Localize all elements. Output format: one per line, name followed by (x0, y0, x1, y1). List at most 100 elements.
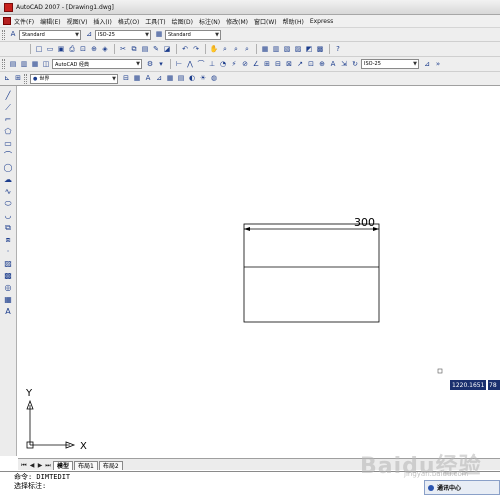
multiline-text-icon[interactable]: A (2, 306, 14, 317)
layer-icon-2[interactable]: ▤ (176, 74, 186, 84)
menu-modify[interactable]: 修改(M) (226, 17, 248, 26)
dim-style-select-2[interactable]: ISO-25 ▼ (361, 59, 419, 69)
ellipse-arc-icon[interactable]: ◡ (2, 210, 14, 221)
menu-edit[interactable]: 编辑(E) (40, 17, 60, 26)
drawing-canvas[interactable]: 300 Y X (18, 87, 500, 458)
undo-icon[interactable]: ↶ (180, 44, 190, 54)
cut-icon[interactable]: ✂ (118, 44, 128, 54)
polygon-icon[interactable]: ⬠ (2, 126, 14, 137)
document-menu-icon[interactable] (3, 17, 11, 25)
tool-palettes-icon[interactable]: ▧ (282, 44, 292, 54)
circle-icon[interactable]: ◯ (2, 162, 14, 173)
open-file-icon[interactable]: ▭ (45, 44, 55, 54)
continue-dim-icon[interactable]: ⊠ (284, 59, 294, 69)
pan-icon[interactable]: ✋ (209, 44, 219, 54)
region-icon[interactable]: ◎ (2, 282, 14, 293)
table-style-icon[interactable]: ▦ (154, 30, 164, 40)
construction-line-icon[interactable]: ⟋ (2, 102, 14, 113)
point-icon[interactable]: · (2, 246, 14, 257)
ucs-icon-2[interactable]: ⊟ (121, 74, 131, 84)
menu-help[interactable]: 帮助(H) (283, 17, 304, 26)
table-icon-2[interactable]: ▦ (165, 74, 175, 84)
table-icon[interactable]: ▦ (2, 294, 14, 305)
last-tab-icon[interactable]: ⏭ (44, 461, 52, 470)
ellipse-icon[interactable]: ⬭ (2, 198, 14, 209)
dim-icon-2[interactable]: ⊿ (154, 74, 164, 84)
workspace-settings-icon[interactable]: ⚙ (145, 59, 155, 69)
workspace-icon[interactable]: ◫ (41, 59, 51, 69)
ucs-select[interactable]: ● 世界 ▼ (30, 73, 118, 84)
menu-draw[interactable]: 绘图(D) (172, 17, 193, 26)
redo-icon[interactable]: ↷ (191, 44, 201, 54)
publish-icon[interactable]: ⊕ (89, 44, 99, 54)
3d-dwf-icon[interactable]: ◈ (100, 44, 110, 54)
zoom-realtime-icon[interactable]: ⌕ (220, 44, 230, 54)
zoom-previous-icon[interactable]: ⌕ (242, 44, 252, 54)
tolerance-icon[interactable]: ⊡ (306, 59, 316, 69)
autocad-app-icon[interactable] (4, 2, 13, 12)
menu-insert[interactable]: 插入(I) (93, 17, 111, 26)
linear-dim-icon[interactable]: ⊢ (174, 59, 184, 69)
baseline-dim-icon[interactable]: ⊟ (273, 59, 283, 69)
ordinate-dim-icon[interactable]: ⊥ (207, 59, 217, 69)
arc-length-icon[interactable]: ⌒ (196, 59, 206, 69)
properties-icon[interactable]: ▦ (260, 44, 270, 54)
revcloud-icon[interactable]: ☁ (2, 174, 14, 185)
menu-dimension[interactable]: 标注(N) (199, 17, 220, 26)
text-style-select[interactable]: Standard ▼ (19, 29, 81, 40)
communication-center[interactable]: 通讯中心 (424, 480, 500, 495)
prev-tab-icon[interactable]: ◀ (28, 461, 36, 470)
center-mark-icon[interactable]: ⊕ (317, 59, 327, 69)
menu-view[interactable]: 视图(V) (67, 17, 88, 26)
tab-layout2[interactable]: 布局2 (98, 461, 123, 470)
dimtedit-icon[interactable]: ⇲ (339, 59, 349, 69)
dim-style-manager-icon[interactable]: ⊿ (422, 59, 432, 69)
ucs-icon[interactable]: ⊾ (2, 74, 12, 84)
lights-icon[interactable]: ☀ (198, 74, 208, 84)
dim-style-icon[interactable]: ⊿ (84, 30, 94, 40)
plot-preview-icon[interactable]: ⊡ (78, 44, 88, 54)
workspace-save-icon[interactable]: ▾ (156, 59, 166, 69)
save-icon[interactable]: ▣ (56, 44, 66, 54)
aligned-dim-icon[interactable]: ⋀ (185, 59, 195, 69)
radius-dim-icon[interactable]: ◔ (218, 59, 228, 69)
hatch-icon[interactable]: ▨ (2, 258, 14, 269)
dimension-text[interactable]: 300 (354, 216, 375, 229)
copy-icon[interactable]: ⧉ (129, 44, 139, 54)
tab-layout1[interactable]: 布局1 (74, 461, 98, 470)
gradient-icon[interactable]: ▩ (2, 270, 14, 281)
plot-icon[interactable]: ⎙ (67, 44, 77, 54)
angular-dim-icon[interactable]: ∠ (251, 59, 261, 69)
menu-express[interactable]: Express (310, 18, 333, 25)
workspace-select[interactable]: AutoCAD 经典 ▼ (52, 59, 142, 69)
polyline-icon[interactable]: ⌐ (2, 114, 14, 125)
next-tab-icon[interactable]: ▶ (36, 461, 44, 470)
help-icon[interactable]: ? (333, 44, 343, 54)
menu-format[interactable]: 格式(O) (118, 17, 139, 26)
table-style-select[interactable]: Standard ▼ (165, 29, 221, 40)
arc-icon[interactable]: ⌒ (2, 150, 14, 161)
toolbar-grip[interactable] (2, 59, 5, 69)
layer-state-icon[interactable]: ▥ (19, 59, 29, 69)
markup-icon[interactable]: ◩ (304, 44, 314, 54)
text-style-icon-2[interactable]: A (143, 74, 153, 84)
jogged-dim-icon[interactable]: ⚡ (229, 59, 239, 69)
paste-icon[interactable]: ▤ (140, 44, 150, 54)
overflow-icon[interactable]: » (433, 59, 443, 69)
first-tab-icon[interactable]: ⏮ (20, 461, 28, 470)
menu-window[interactable]: 窗口(W) (254, 17, 277, 26)
make-block-icon[interactable]: ⧈ (2, 234, 14, 245)
layer-prev-icon[interactable]: ▦ (30, 59, 40, 69)
dimedit-icon[interactable]: A (328, 59, 338, 69)
rectangle-object[interactable] (243, 223, 380, 323)
toolbar-grip[interactable] (2, 29, 5, 40)
ucs-manager-icon[interactable]: ⊞ (13, 74, 23, 84)
named-views-icon[interactable]: ▦ (132, 74, 142, 84)
toolbar-grip[interactable] (24, 73, 27, 84)
dim-style-select[interactable]: ISO-25 ▼ (95, 29, 151, 40)
menu-tools[interactable]: 工具(T) (145, 17, 165, 26)
match-properties-icon[interactable]: ✎ (151, 44, 161, 54)
sheet-set-icon[interactable]: ▨ (293, 44, 303, 54)
design-center-icon[interactable]: ▥ (271, 44, 281, 54)
new-file-icon[interactable]: □ (34, 44, 44, 54)
